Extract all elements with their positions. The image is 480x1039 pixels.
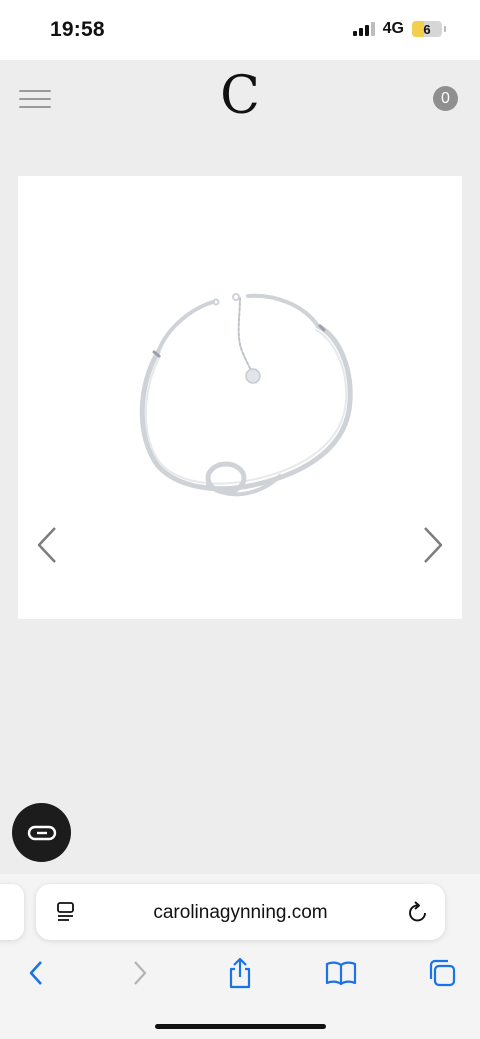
browser-toolbar bbox=[0, 956, 480, 996]
signal-icon bbox=[352, 22, 375, 36]
status-time: 19:58 bbox=[50, 18, 105, 41]
book-icon bbox=[325, 961, 357, 986]
chevron-right-icon bbox=[134, 961, 147, 985]
share-button[interactable] bbox=[224, 956, 256, 990]
home-indicator bbox=[155, 1024, 326, 1029]
battery-level: 6 bbox=[423, 21, 431, 37]
chat-icon bbox=[27, 825, 56, 840]
browser-bar: carolinagynning.com bbox=[0, 874, 480, 1039]
cart-badge[interactable]: 0 bbox=[433, 86, 458, 111]
chevron-left-icon[interactable] bbox=[36, 526, 58, 564]
status-indicators: 4G 6 bbox=[352, 20, 446, 38]
product-image-carousel bbox=[18, 176, 462, 619]
share-icon bbox=[229, 957, 251, 989]
forward-button[interactable] bbox=[124, 956, 156, 990]
tabs-button[interactable] bbox=[426, 956, 458, 990]
site-header: C 0 bbox=[0, 60, 480, 140]
chevron-right-icon[interactable] bbox=[422, 526, 444, 564]
network-type: 4G bbox=[382, 20, 404, 37]
battery-icon: 6 bbox=[412, 21, 442, 37]
chevron-left-icon bbox=[29, 961, 42, 985]
url-text: carolinagynning.com bbox=[153, 902, 328, 923]
site-logo[interactable]: C bbox=[220, 70, 260, 122]
necklace-image bbox=[139, 293, 353, 497]
status-bar: 19:58 4G 6 bbox=[0, 0, 480, 60]
menu-icon[interactable] bbox=[19, 90, 51, 108]
back-button[interactable] bbox=[20, 956, 52, 990]
address-bar[interactable]: carolinagynning.com bbox=[36, 884, 445, 940]
chat-button[interactable] bbox=[12, 803, 71, 862]
reload-icon[interactable] bbox=[407, 900, 429, 924]
tabs-icon bbox=[429, 959, 456, 987]
bookmarks-button[interactable] bbox=[325, 956, 357, 990]
previous-tab[interactable] bbox=[0, 884, 24, 940]
